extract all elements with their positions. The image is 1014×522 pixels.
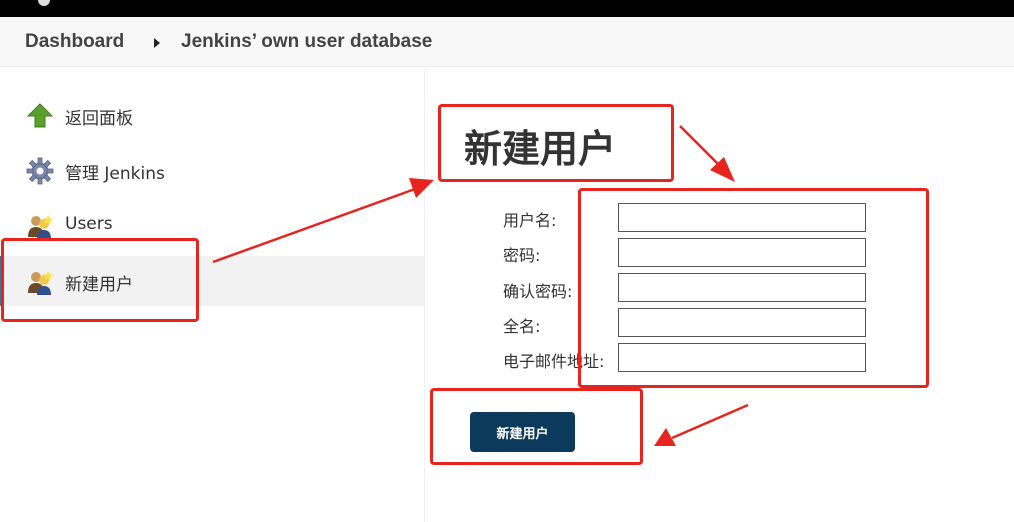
gear-icon (26, 157, 54, 185)
password-label: 密码: (503, 246, 541, 265)
confirm-password-input[interactable] (618, 273, 866, 302)
password-input[interactable] (618, 238, 866, 267)
breadcrumb: Dashboard Jenkins’ own user database (0, 17, 1014, 67)
sidebar-item-create-user[interactable]: 新建用户 (0, 256, 424, 306)
email-label: 电子邮件地址: (503, 352, 605, 371)
sidebar-item-manage-jenkins[interactable]: 管理 Jenkins (0, 145, 424, 195)
users-icon (28, 271, 53, 295)
top-bar (0, 0, 1014, 17)
jenkins-logo-icon[interactable] (38, 0, 50, 6)
breadcrumb-separator-icon (154, 38, 160, 48)
up-arrow-icon (26, 103, 54, 128)
create-user-button[interactable]: 新建用户 (470, 412, 575, 452)
users-icon (28, 215, 53, 239)
breadcrumb-dashboard[interactable]: Dashboard (25, 31, 124, 53)
sidebar-item-back-to-dashboard[interactable]: 返回面板 (0, 90, 424, 140)
sidebar-item-users[interactable]: Users (0, 200, 424, 250)
sidebar-item-label: 管理 Jenkins (65, 164, 165, 184)
breadcrumb-user-database[interactable]: Jenkins’ own user database (181, 31, 432, 53)
fullname-input[interactable] (618, 308, 866, 337)
username-input[interactable] (618, 203, 866, 232)
username-label: 用户名: (503, 211, 557, 230)
sidebar-item-label: Users (65, 214, 113, 234)
email-input[interactable] (618, 343, 866, 372)
sidebar: 返回面板 管理 Jenkins Users 新建用户 (0, 68, 425, 522)
sidebar-item-label: 返回面板 (65, 109, 133, 129)
fullname-label: 全名: (503, 317, 541, 336)
page-title: 新建用户 (464, 127, 617, 171)
sidebar-item-label: 新建用户 (65, 275, 133, 295)
confirm-password-label: 确认密码: (503, 282, 573, 301)
